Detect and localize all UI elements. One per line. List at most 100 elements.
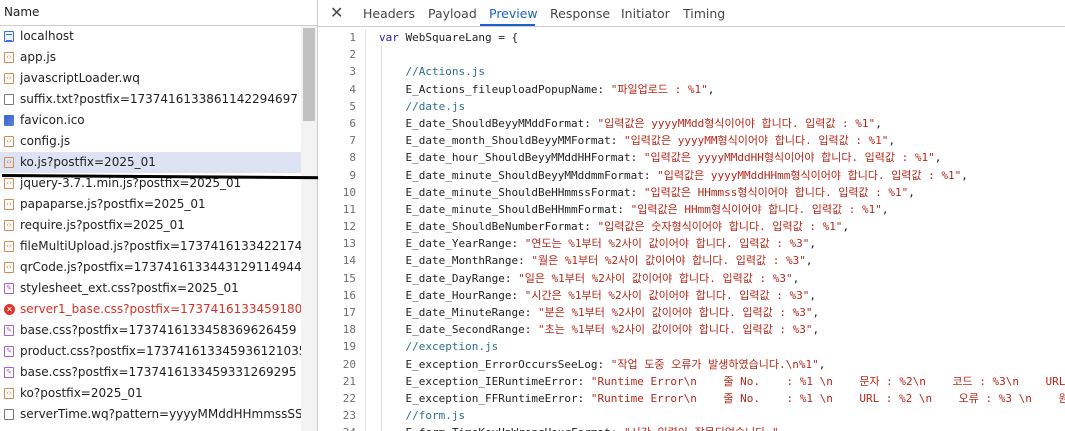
close-icon[interactable]: ✕ <box>330 3 343 22</box>
code-text: E_date_minute_ShouldBeyyMMddmmFormat: "입… <box>379 167 967 184</box>
line-number: 18 <box>342 323 356 337</box>
code-token: E_date_minute_ShouldBeHHmmssFormat: <box>379 185 644 199</box>
code-text: E_date_ShouldBeNumberFormat: "입력값은 숫자형식이… <box>379 218 849 235</box>
stylesheet-icon: ✎ <box>4 367 14 378</box>
request-row[interactable]: ✎ stylesheet_ext.css?postfix=2025_01 <box>0 278 301 299</box>
request-name: javascriptLoader.wq <box>20 71 140 85</box>
request-row[interactable]: ‹› app.js <box>0 47 301 68</box>
code-token: , <box>812 306 820 319</box>
code-token: E_date_month_ShouldBeyyMMFormat: <box>379 134 625 148</box>
request-row[interactable]: ✕ server1_base.css?postfix=17374161334591… <box>0 299 301 320</box>
script-icon: ‹› <box>4 136 14 147</box>
code-token: , <box>908 185 915 199</box>
code-token: "Runtime Error\n 줄 No. : %1 \n URL : %2 … <box>590 391 1065 405</box>
line-number: 16 <box>342 288 356 302</box>
code-line: 2 <box>318 46 1065 63</box>
code-token: "분은 %1부터 %2사이 값이어야 합니다. 입력값 : %3" <box>537 306 813 319</box>
tab-headers[interactable]: Headers <box>363 6 415 21</box>
code-token: //Actions.js <box>405 65 485 79</box>
code-token: "일은 %1부터 %2사이 값이어야 합니다. 입력값 : %3" <box>518 271 793 285</box>
tab-timing[interactable]: Timing <box>683 6 725 21</box>
request-row[interactable]: ‹› qrCode.js?postfix=17374161334431291149… <box>0 257 301 278</box>
code-token: WebSquareLang = { <box>405 31 519 44</box>
request-name: require.js?postfix=2025_01 <box>20 218 185 232</box>
code-token: E_date_hour_ShouldBeyyMMddHHFormat: <box>379 151 644 165</box>
active-tab-indicator <box>480 24 535 26</box>
code-line: 20 E_exception_ErrorOccursSeeLog: "작업 도중… <box>318 356 1065 373</box>
request-name: base.css?postfix=1737416133459331269295 <box>20 365 297 379</box>
request-row[interactable]: ✎ base.css?postfix=1737416133458369626459 <box>0 320 301 341</box>
code-line: 23 //form.js <box>318 407 1065 424</box>
error-icon: ✕ <box>4 304 15 315</box>
request-name: config.js <box>20 134 71 148</box>
code-token: "입력값은 HHmmss형식이어야 합니다. 입력값 : %1" <box>643 185 909 199</box>
request-row[interactable]: ‹› require.js?postfix=2025_01 <box>0 215 301 236</box>
code-text: E_date_month_ShouldBeyyMMFormat: "입력값은 y… <box>379 132 895 149</box>
code-text: E_Actions_fileuploadPopupName: "파일업로드 : … <box>379 81 714 98</box>
tab-response[interactable]: Response <box>550 6 610 21</box>
line-number: 24 <box>318 424 356 431</box>
script-icon: ‹› <box>4 220 14 231</box>
script-icon: ‹› <box>4 52 14 63</box>
code-token: , <box>842 220 850 234</box>
line-number: 20 <box>342 357 356 371</box>
code-text: //exception.js <box>379 338 499 355</box>
code-token: E_date_MinuteRange: <box>379 306 538 319</box>
line-number: 5 <box>349 99 356 113</box>
stylesheet-icon: ✎ <box>4 346 14 357</box>
request-row[interactable]: ‹› ko?postfix=2025_01 <box>0 383 301 404</box>
line-number: 8 <box>349 151 356 165</box>
code-text: E_date_YearRange: "연도는 %1부터 %2사이 값이어야 합니… <box>379 235 815 252</box>
code-text: E_date_hour_ShouldBeyyMMddHHFormat: "입력값… <box>379 149 941 166</box>
code-text: E_form_TimeKeyUpWrongHourFormat: "시간 입력이… <box>379 424 785 431</box>
code-token: "입력값은 yyyyMMddHHmm형식이어야 합니다. 입력값 : %1" <box>657 168 962 182</box>
line-number: 15 <box>342 271 356 285</box>
code-line: 18 E_date_SecondRange: "초는 %1부터 %2사이 값이어… <box>318 321 1065 338</box>
line-number: 22 <box>342 391 356 405</box>
request-row[interactable]: suffix.txt?postfix=173741613386114229469… <box>0 89 301 110</box>
document-icon <box>4 31 14 42</box>
tab-initiator[interactable]: Initiator <box>621 6 670 21</box>
code-token: E_date_minute_ShouldBeyyMMddmmFormat: <box>379 168 658 182</box>
code-token: E_exception_ErrorOccursSeeLog: <box>379 357 611 371</box>
code-line: 14 E_date_MonthRange: "월은 %1부터 %2사이 값이어야… <box>318 252 1065 269</box>
tab-payload[interactable]: Payload <box>428 6 477 21</box>
script-icon: ‹› <box>4 241 14 252</box>
request-row[interactable]: ✎ product.css?postfix=1737416133459361210… <box>0 341 301 362</box>
code-token: "입력값은 yyyyMMddHH형식이어야 합니다. 입력값 : %1" <box>643 151 935 165</box>
code-text: E_date_minute_ShouldBeHHmmFormat: "입력값은 … <box>379 201 888 218</box>
name-column-header[interactable]: Name <box>0 0 317 26</box>
code-text: E_date_SecondRange: "초는 %1부터 %2사이 값이어야 합… <box>379 321 819 338</box>
code-line: 15 E_date_DayRange: "일은 %1부터 %2사이 값이어야 합… <box>318 270 1065 287</box>
request-row[interactable]: ‹› fileMultiUpload.js?postfix=17374161334… <box>0 236 301 257</box>
request-row[interactable]: ‹› javascriptLoader.wq <box>0 68 301 89</box>
tab-preview[interactable]: Preview <box>489 6 538 21</box>
request-row[interactable]: ‹› ko.js?postfix=2025_01 <box>0 152 301 173</box>
code-line: 4 E_Actions_fileuploadPopupName: "파일업로드 … <box>318 81 1065 98</box>
code-line: 16 E_date_HourRange: "시간은 %1부터 %2사이 값이어야… <box>318 287 1065 304</box>
line-number: 23 <box>342 409 356 423</box>
code-token: E_date_MonthRange: <box>379 254 532 268</box>
code-line: 17 E_date_MinuteRange: "분은 %1부터 %2사이 값이어… <box>318 304 1065 321</box>
request-row[interactable]: favicon.ico <box>0 110 301 131</box>
script-icon: ‹› <box>4 199 14 210</box>
line-number: 2 <box>349 48 356 62</box>
code-text: E_date_minute_ShouldBeHHmmssFormat: "입력값… <box>379 184 915 201</box>
code-token: //date.js <box>405 99 466 113</box>
script-icon: ‹› <box>4 178 14 189</box>
line-number: 4 <box>349 82 356 96</box>
request-row[interactable]: ‹› papaparse.js?postfix=2025_01 <box>0 194 301 215</box>
request-name: stylesheet_ext.css?postfix=2025_01 <box>20 281 239 295</box>
request-row[interactable]: serverTime.wq?pattern=yyyyMMddHHmmssSSS&… <box>0 404 301 425</box>
request-name: qrCode.js?postfix=1737416133443129114944… <box>20 260 301 274</box>
request-row[interactable]: ✎ base.css?postfix=1737416133459331269295 <box>0 362 301 383</box>
scrollbar-thumb[interactable] <box>303 28 315 121</box>
request-row[interactable]: ‹› config.js <box>0 131 301 152</box>
code-line: 8 E_date_hour_ShouldBeyyMMddHHFormat: "입… <box>318 149 1065 166</box>
code-token: E_date_ShouldBeNumberFormat: <box>379 220 598 234</box>
code-preview: 1 var WebSquareLang = {2 3 //Actions.js 4 E… <box>318 29 1065 431</box>
request-row[interactable]: localhost <box>0 26 301 47</box>
request-name: suffix.txt?postfix=173741613386114229469… <box>20 92 298 106</box>
